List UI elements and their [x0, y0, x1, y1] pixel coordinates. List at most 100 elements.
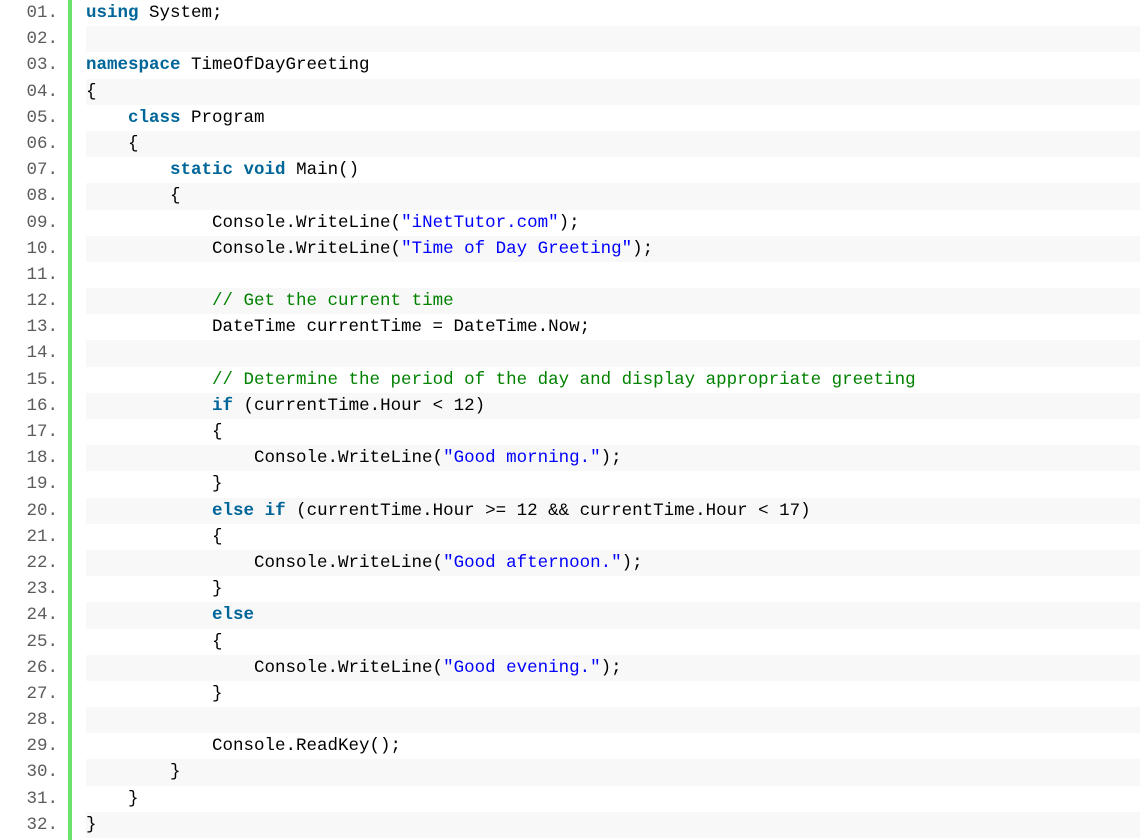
code-line: else if (currentTime.Hour >= 12 && curre… — [86, 498, 1140, 524]
code-line: Console.ReadKey(); — [86, 733, 1140, 759]
code-line: Console.WriteLine("iNetTutor.com"); — [86, 210, 1140, 236]
line-number: 10. — [0, 236, 58, 262]
code-line — [86, 262, 1140, 288]
code-text: ); — [601, 448, 622, 468]
code-text: TimeOfDayGreeting — [181, 55, 370, 75]
code-text: } — [86, 762, 181, 782]
line-number: 23. — [0, 576, 58, 602]
line-number: 27. — [0, 681, 58, 707]
line-number: 20. — [0, 498, 58, 524]
keyword: if — [212, 396, 233, 416]
code-text: { — [86, 82, 97, 102]
code-text: Console.WriteLine( — [86, 239, 401, 259]
comment: // Determine the period of the day and d… — [212, 370, 916, 390]
code-line: Console.WriteLine("Good morning."); — [86, 445, 1140, 471]
code-text: } — [86, 789, 139, 809]
line-number: 14. — [0, 340, 58, 366]
code-line: DateTime currentTime = DateTime.Now; — [86, 314, 1140, 340]
keyword: static — [170, 160, 233, 180]
line-number: 04. — [0, 79, 58, 105]
code-text: { — [86, 632, 223, 652]
string-literal: "Good evening." — [443, 658, 601, 678]
code-line: class Program — [86, 105, 1140, 131]
line-number: 05. — [0, 105, 58, 131]
line-number: 02. — [0, 26, 58, 52]
code-text — [86, 501, 212, 521]
line-number: 01. — [0, 0, 58, 26]
code-line: } — [86, 786, 1140, 812]
code-text: { — [86, 527, 223, 547]
code-line: Console.WriteLine("Good evening."); — [86, 655, 1140, 681]
code-text: Console.WriteLine( — [86, 213, 401, 233]
line-number: 25. — [0, 629, 58, 655]
code-line: { — [86, 79, 1140, 105]
line-number: 21. — [0, 524, 58, 550]
code-line: { — [86, 131, 1140, 157]
code-text — [86, 291, 212, 311]
line-number: 30. — [0, 759, 58, 785]
keyword: else — [212, 501, 254, 521]
code-line: { — [86, 629, 1140, 655]
code-line: Console.WriteLine("Time of Day Greeting"… — [86, 236, 1140, 262]
code-text — [86, 160, 170, 180]
code-line: namespace TimeOfDayGreeting — [86, 52, 1140, 78]
line-number-gutter: 01. 02. 03. 04. 05. 06. 07. 08. 09. 10. … — [0, 0, 72, 840]
code-text — [254, 501, 265, 521]
code-text: } — [86, 579, 223, 599]
code-text — [233, 160, 244, 180]
code-text: ); — [601, 658, 622, 678]
keyword: namespace — [86, 55, 181, 75]
line-number: 32. — [0, 812, 58, 838]
line-number: 29. — [0, 733, 58, 759]
code-text: ); — [622, 553, 643, 573]
code-line: { — [86, 183, 1140, 209]
code-editor: 01. 02. 03. 04. 05. 06. 07. 08. 09. 10. … — [0, 0, 1140, 840]
line-number: 15. — [0, 367, 58, 393]
line-number: 24. — [0, 602, 58, 628]
code-text: { — [86, 422, 223, 442]
code-content[interactable]: using System; namespace TimeOfDayGreetin… — [72, 0, 1140, 840]
string-literal: "Good afternoon." — [443, 553, 622, 573]
line-number: 07. — [0, 157, 58, 183]
code-line: if (currentTime.Hour < 12) — [86, 393, 1140, 419]
line-number: 08. — [0, 183, 58, 209]
code-text — [86, 396, 212, 416]
string-literal: "iNetTutor.com" — [401, 213, 559, 233]
line-number: 12. — [0, 288, 58, 314]
line-number: 09. — [0, 210, 58, 236]
keyword: using — [86, 3, 139, 23]
line-number: 03. — [0, 52, 58, 78]
code-text: System; — [139, 3, 223, 23]
code-text: } — [86, 815, 97, 835]
code-line: Console.WriteLine("Good afternoon."); — [86, 550, 1140, 576]
code-line: } — [86, 471, 1140, 497]
line-number: 31. — [0, 786, 58, 812]
code-line — [86, 340, 1140, 366]
line-number: 28. — [0, 707, 58, 733]
code-line: // Get the current time — [86, 288, 1140, 314]
code-text: DateTime currentTime = DateTime.Now; — [86, 317, 590, 337]
code-line: } — [86, 759, 1140, 785]
keyword: if — [265, 501, 286, 521]
code-text — [86, 108, 128, 128]
code-line — [86, 707, 1140, 733]
code-line: else — [86, 602, 1140, 628]
code-line: } — [86, 681, 1140, 707]
line-number: 06. — [0, 131, 58, 157]
keyword: else — [212, 605, 254, 625]
code-text: Program — [181, 108, 265, 128]
code-text: Console.WriteLine( — [86, 658, 443, 678]
code-text: Console.WriteLine( — [86, 553, 443, 573]
code-line: } — [86, 812, 1140, 838]
line-number: 22. — [0, 550, 58, 576]
code-text: } — [86, 684, 223, 704]
comment: // Get the current time — [212, 291, 454, 311]
code-line — [86, 26, 1140, 52]
code-text: Console.ReadKey(); — [86, 736, 401, 756]
keyword: class — [128, 108, 181, 128]
code-line: { — [86, 419, 1140, 445]
line-number: 13. — [0, 314, 58, 340]
code-line: static void Main() — [86, 157, 1140, 183]
code-line: } — [86, 576, 1140, 602]
line-number: 26. — [0, 655, 58, 681]
